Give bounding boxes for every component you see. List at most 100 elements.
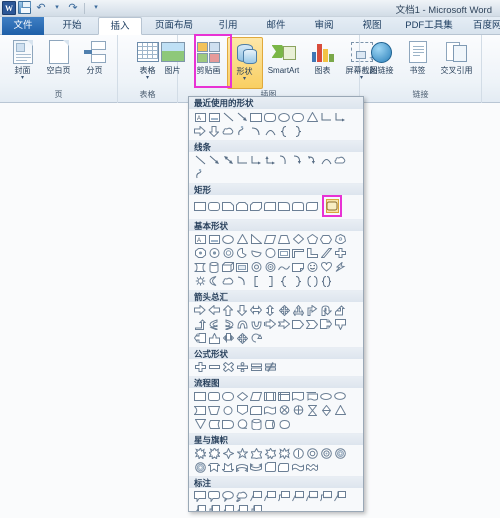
shape-star-16-point[interactable] [319,446,333,460]
shape-line-callout-1-accent[interactable] [333,489,347,503]
shape-line[interactable] [221,110,235,124]
word-logo-icon[interactable]: W [2,1,16,15]
shape-flowchart-preparation[interactable] [319,389,333,403]
shape-diagonal-stripe[interactable] [319,246,333,260]
shape-left-up-arrow[interactable] [333,303,347,317]
shape-flowchart-connector-trapezoid[interactable] [207,403,221,417]
shape-double-bracket[interactable] [305,274,319,288]
shape-elbow-arrow[interactable] [249,153,263,167]
shape-snip-single-corner-rectangle[interactable] [221,199,235,213]
ribbon-button-hyperlink[interactable]: 超链接 [364,37,400,75]
shape-rounded-rectangle[interactable] [207,199,221,213]
shape-left-brace[interactable] [277,124,291,138]
shape-snip-same-side-corner-rectangle[interactable] [235,199,249,213]
shape-rounded-rectangle-2[interactable] [291,110,305,124]
shape-bent-up-arrow[interactable] [193,317,207,331]
shape-bevel[interactable] [235,260,249,274]
shape-up-arrow-callout[interactable] [207,331,221,345]
shape-chevron[interactable] [305,317,319,331]
shape-curved-double-arrow[interactable] [305,153,319,167]
tab-mailings[interactable]: 邮件 [254,17,298,35]
ribbon-button-clip-art[interactable]: 剪贴画 [191,37,227,75]
shape-can[interactable] [207,260,221,274]
shape-star-10-point[interactable] [291,446,305,460]
ribbon-button-picture[interactable]: 图片 [155,37,191,75]
shape-oval[interactable] [277,110,291,124]
tab-insert[interactable]: 插入 [98,17,142,35]
ribbon-button-bookmark[interactable]: 书签 [400,37,436,75]
shape-rounded-rectangular-callout[interactable] [207,489,221,503]
shape-minus[interactable] [207,360,221,374]
shape-flowchart-multidocument[interactable] [305,389,319,403]
shape-wave[interactable] [291,460,305,474]
shape-cloud[interactable] [221,274,235,288]
shape-decagon[interactable] [207,246,221,260]
shape-sun[interactable] [193,274,207,288]
shape-not-equal[interactable] [263,360,277,374]
shape-heart[interactable] [319,260,333,274]
shape-left-right-arrow-callout[interactable] [221,331,235,345]
shape-cloud-callout[interactable] [221,124,235,138]
shape-flowchart-stored-data[interactable] [207,417,221,431]
ribbon-button-shapes[interactable]: 形状 ▾ [226,37,263,89]
shape-down-arrow-callout[interactable] [333,317,347,331]
shape-rectangle[interactable] [193,199,207,213]
ribbon-button-blank-page[interactable]: 空白页 [41,37,77,75]
chevron-down-icon[interactable]: ▾ [243,76,246,82]
ribbon-button-smartart[interactable]: SmartArt [263,37,305,75]
ribbon-button-cross-reference[interactable]: 交叉引用 [436,37,478,75]
shape-star-8-point[interactable] [277,446,291,460]
shape-line-callout-3-accent[interactable] [207,503,221,511]
shape-pie[interactable] [235,246,249,260]
shape-round-diagonal-corner-rectangle[interactable] [305,199,319,213]
shape-rectangular-callout[interactable] [193,489,207,503]
shape-vertical-text-box[interactable] [207,232,221,246]
shape-quad-arrow[interactable] [277,303,291,317]
shape-flowchart-alternate-process[interactable] [207,389,221,403]
shape-star-12-point[interactable] [305,446,319,460]
shape-double-wave[interactable] [305,460,319,474]
shape-flowchart-direct-access-storage[interactable] [263,417,277,431]
shape-arc[interactable] [263,124,277,138]
shape-line-callout-2[interactable] [263,489,277,503]
ribbon-button-chart[interactable]: 图表 [305,37,341,75]
shape-round-same-side-corner-rectangle[interactable] [291,199,305,213]
shape-star-4-point[interactable] [221,446,235,460]
shape-line-arrow[interactable] [207,153,221,167]
shape-up-down-arrow[interactable] [263,303,277,317]
shape-striped-right-arrow[interactable] [263,317,277,331]
shape-snip-and-round-single-corner-rectangle[interactable] [263,199,277,213]
shape-dodecagon[interactable] [221,246,235,260]
shape-cube[interactable] [221,260,235,274]
shape-trapezoid[interactable] [277,232,291,246]
shape-flowchart-predefined-process[interactable] [263,389,277,403]
shape-plaque[interactable] [193,260,207,274]
shape-teardrop[interactable] [263,246,277,260]
shape-curved-right-arrow[interactable] [207,317,221,331]
shape-flowchart-sort[interactable] [319,403,333,417]
tab-view[interactable]: 视图 [350,17,394,35]
shape-right-triangle[interactable] [249,232,263,246]
shape-flowchart-process[interactable] [193,389,207,403]
shape-lightning-bolt[interactable] [333,260,347,274]
shape-selected-rounded-rectangle[interactable] [322,195,342,217]
shape-equal[interactable] [249,360,263,374]
shape-folded-corner[interactable] [291,260,305,274]
shape-hexagon[interactable] [319,232,333,246]
shape-down-arrow[interactable] [235,303,249,317]
shape-flowchart-off-page-connector[interactable] [235,403,249,417]
shape-left-brace[interactable] [277,274,291,288]
shape-callout-accent-bar-1[interactable] [221,503,235,511]
shape-oval[interactable] [221,232,235,246]
tab-references[interactable]: 引用 [206,17,250,35]
shape-quad-arrow-callout[interactable] [235,331,249,345]
shape-cross[interactable] [333,246,347,260]
undo-icon[interactable]: ↶ [34,1,48,15]
shape-flowchart-connector[interactable] [221,403,235,417]
shape-line-callout-1-border[interactable] [291,489,305,503]
shape-star-24-point[interactable] [333,446,347,460]
shape-freeform[interactable] [235,124,249,138]
redo-icon[interactable]: ↷ [66,1,80,15]
shape-isosceles-triangle[interactable] [235,232,249,246]
shape-callout-accent-bar-2[interactable] [235,503,249,511]
